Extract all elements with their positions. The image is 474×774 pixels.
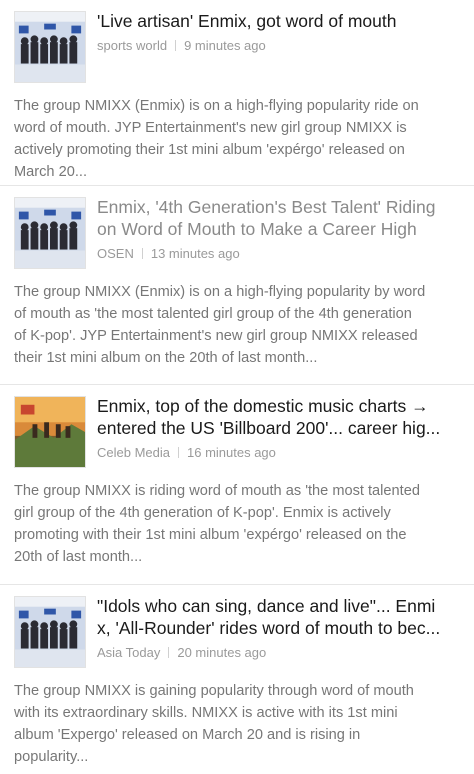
- snippet-line: of K-pop'. JYP Entertainment's new girl …: [14, 328, 418, 344]
- article-source: Celeb Media: [97, 445, 170, 460]
- snippet-line: The group NMIXX (Enmix) is on a high-fly…: [14, 98, 419, 114]
- snippet-line: The group NMIXX is gaining popularity th…: [14, 683, 414, 699]
- article-snippet[interactable]: The group NMIXX is riding word of mouth …: [14, 480, 460, 568]
- title-box: Enmix, '4th Generation's Best Talent' Ri…: [97, 196, 460, 261]
- article-snippet[interactable]: The group NMIXX is gaining popularity th…: [14, 680, 460, 768]
- title-line: Enmix, top of the domestic music charts …: [97, 396, 429, 416]
- snippet-line: promoting with their 1st mini album 'exp…: [14, 527, 407, 543]
- article-title[interactable]: 'Live artisan' Enmix, got word of mouth: [97, 10, 460, 32]
- title-line: x, 'All-Rounder' rides word of mouth to …: [97, 618, 441, 638]
- group-photo-thumbnail[interactable]: [14, 596, 86, 668]
- article-header: "Idols who can sing, dance and live"... …: [14, 595, 460, 668]
- news-article[interactable]: Enmix, '4th Generation's Best Talent' Ri…: [0, 186, 474, 385]
- snippet-line: The group NMIXX (Enmix) is on a high-fly…: [14, 284, 426, 300]
- snippet-line: March 20...: [14, 164, 87, 180]
- title-line: Enmix, '4th Generation's Best Talent' Ri…: [97, 197, 436, 217]
- snippet-line: girl group of the 4th generation of K-po…: [14, 505, 391, 521]
- album-art-thumbnail[interactable]: [14, 396, 86, 468]
- article-time: 16 minutes ago: [187, 445, 276, 460]
- group-photo-icon: [15, 198, 85, 268]
- snippet-line: their 1st mini album on the 20th of last…: [14, 350, 318, 366]
- title-box: "Idols who can sing, dance and live"... …: [97, 595, 460, 660]
- snippet-line: actively promoting their 1st mini album …: [14, 142, 405, 158]
- article-header: Enmix, top of the domestic music charts …: [14, 395, 460, 468]
- title-line: on Word of Mouth to Make a Career High: [97, 219, 417, 239]
- article-header: 'Live artisan' Enmix, got word of mouth …: [14, 10, 460, 83]
- article-snippet[interactable]: The group NMIXX (Enmix) is on a high-fly…: [14, 281, 460, 369]
- group-photo-icon: [15, 597, 85, 667]
- meta-divider: [178, 447, 179, 458]
- snippet-line: with its extraordinary skills. NMIXX is …: [14, 705, 398, 721]
- group-photo-thumbnail[interactable]: [14, 11, 86, 83]
- article-source: sports world: [97, 38, 168, 53]
- group-photo-icon: [15, 12, 85, 82]
- meta-divider: [141, 248, 143, 259]
- snippet-line: word of mouth. JYP Entertainment's new g…: [14, 120, 407, 136]
- news-feed: 'Live artisan' Enmix, got word of mouth …: [0, 0, 474, 774]
- group-photo-thumbnail[interactable]: [14, 197, 86, 269]
- article-header: Enmix, '4th Generation's Best Talent' Ri…: [14, 196, 460, 269]
- article-meta: OSEN 13 minutes ago: [97, 246, 460, 261]
- news-article[interactable]: 'Live artisan' Enmix, got word of mouth …: [0, 0, 474, 186]
- meta-divider: [175, 40, 177, 51]
- snippet-line: 20th of last month...: [14, 549, 143, 565]
- article-source: Asia Today: [97, 645, 161, 660]
- news-article[interactable]: "Idols who can sing, dance and live"... …: [0, 585, 474, 774]
- album-art-icon: [15, 397, 85, 467]
- article-time: 13 minutes ago: [150, 246, 240, 261]
- article-source: OSEN: [97, 246, 134, 261]
- news-article[interactable]: Enmix, top of the domestic music charts …: [0, 385, 474, 585]
- snippet-line: popularity...: [14, 749, 89, 765]
- snippet-line: of mouth as 'the most talented girl grou…: [14, 306, 412, 322]
- snippet-line: The group NMIXX is riding word of mouth …: [14, 483, 420, 499]
- snippet-line: album 'Expergo' released on March 20 and…: [14, 727, 361, 743]
- article-meta: Asia Today 20 minutes ago: [97, 645, 460, 660]
- title-line: entered the US 'Billboard 200'... career…: [97, 418, 441, 438]
- title-line: "Idols who can sing, dance and live"... …: [97, 596, 436, 616]
- article-title[interactable]: Enmix, top of the domestic music charts …: [97, 395, 460, 439]
- article-meta: sports world 9 minutes ago: [97, 38, 460, 53]
- meta-divider: [168, 647, 170, 658]
- title-box: Enmix, top of the domestic music charts …: [97, 395, 460, 460]
- article-title[interactable]: "Idols who can sing, dance and live"... …: [97, 595, 460, 639]
- article-time: 9 minutes ago: [184, 38, 266, 53]
- article-snippet[interactable]: The group NMIXX (Enmix) is on a high-fly…: [14, 95, 460, 183]
- article-title[interactable]: Enmix, '4th Generation's Best Talent' Ri…: [97, 196, 460, 240]
- article-time: 20 minutes ago: [177, 645, 267, 660]
- article-meta: Celeb Media 16 minutes ago: [97, 445, 460, 460]
- title-box: 'Live artisan' Enmix, got word of mouth …: [97, 10, 460, 53]
